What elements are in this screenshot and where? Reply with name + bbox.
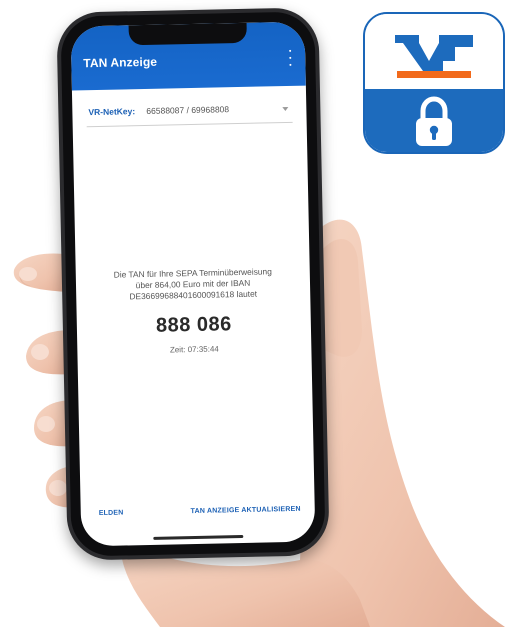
- home-indicator: [153, 535, 244, 540]
- chevron-down-icon: [282, 106, 289, 112]
- netkey-select[interactable]: VR-NetKey: 66588087 / 69968808: [86, 97, 293, 128]
- tan-code: 888 086: [155, 313, 232, 337]
- vr-bank-logo-icon: [395, 35, 473, 78]
- netkey-label: VR-NetKey:: [88, 106, 136, 118]
- app-icon: [363, 12, 505, 154]
- tan-time: Zeit: 07:35:44: [169, 344, 219, 355]
- more-vert-icon[interactable]: [285, 49, 295, 66]
- report-button[interactable]: ELDEN: [99, 510, 124, 518]
- camera-notch: [128, 22, 247, 46]
- netkey-value: 66588087 / 69968808: [146, 104, 230, 116]
- scene: TAN Anzeige VR-NetKey: 66588087 / 699688…: [0, 0, 505, 627]
- app-title: TAN Anzeige: [83, 54, 158, 71]
- tan-message: Die TAN für Ihre SEPA Terminüberweisung …: [90, 266, 297, 303]
- phone-bezel: TAN Anzeige VR-NetKey: 66588087 / 699688…: [60, 11, 326, 557]
- refresh-tan-button[interactable]: TAN ANZEIGE AKTUALISIEREN: [191, 506, 301, 515]
- phone-screen: TAN Anzeige VR-NetKey: 66588087 / 699688…: [70, 21, 316, 547]
- smartphone: TAN Anzeige VR-NetKey: 66588087 / 699688…: [56, 7, 330, 561]
- lock-icon: [416, 96, 452, 146]
